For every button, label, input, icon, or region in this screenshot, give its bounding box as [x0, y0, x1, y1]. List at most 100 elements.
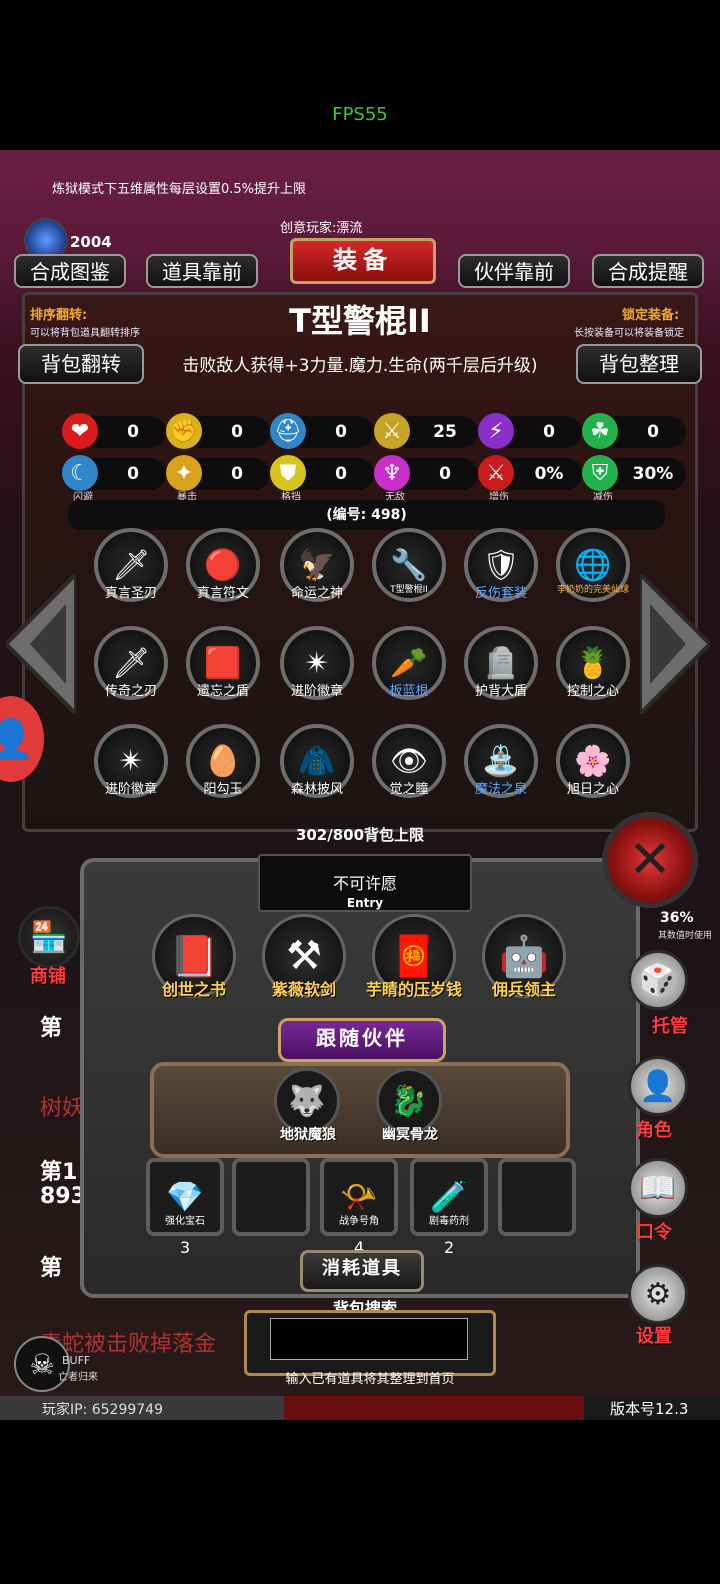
role-label[interactable]: 角色 — [636, 1116, 672, 1142]
stat-value: 0 — [127, 464, 139, 484]
consumable-label: 强化宝石 — [165, 1216, 205, 1227]
settings-label[interactable]: 设置 — [636, 1322, 672, 1348]
organize-bag-button[interactable]: 背包整理 — [576, 344, 702, 384]
stat-value: 25 — [433, 422, 457, 442]
consumable-slot[interactable] — [498, 1158, 576, 1236]
side-hint: 其数值时使用 — [658, 931, 713, 941]
bag-slot-label: 旭日之心 — [566, 782, 619, 797]
prev-page-arrow-icon[interactable] — [6, 574, 76, 714]
bag-slot-label: 命运之神 — [290, 586, 343, 601]
stat-value: 0 — [543, 422, 555, 442]
settings-gear-icon[interactable]: ⚙ — [628, 1264, 688, 1324]
banner-text: 炼狱模式下五维属性每层设置0.5%提升上限 — [52, 182, 307, 197]
stat-value: 30% — [632, 464, 674, 484]
bag-slot-label: 传奇之刃 — [104, 684, 157, 699]
bag-slot-label: 真言圣刃 — [104, 586, 157, 601]
fps-counter: FPS55 — [332, 104, 388, 125]
dice-icon[interactable]: 🎲 — [628, 950, 688, 1010]
bag-slot-label: 阳勾玉 — [203, 782, 243, 797]
bag-slot-label: 真言符文 — [196, 586, 249, 601]
creative-player-label: 创意玩家:漂流 — [280, 221, 363, 236]
stat-value: 0 — [335, 464, 347, 484]
wish-box[interactable]: 不可许愿 Entry — [258, 854, 472, 912]
bag-limit: 302/800背包上限 — [295, 826, 425, 844]
sort-label: 排序翻转: — [30, 308, 88, 323]
equipped-label: 佣兵领主 — [491, 980, 556, 999]
consumable-label: 战争号角 — [339, 1216, 379, 1227]
search-input[interactable] — [270, 1318, 468, 1360]
sort-hint: 可以将背包道具翻转排序 — [30, 328, 140, 339]
bag-slot-label: 森林披风 — [290, 782, 343, 797]
stat-value: 0 — [647, 422, 659, 442]
bag-slot-label: 李奶奶的完美仙球 — [556, 585, 629, 595]
manage-label[interactable]: 托管 — [652, 1012, 688, 1038]
bag-slot-label: 魔法之泉 — [474, 782, 527, 797]
stat-value: 0 — [127, 422, 139, 442]
consumables-title: 消耗道具 — [300, 1250, 424, 1292]
item-description: 击败敌人获得+3力量.魔力.生命(两千层后升级) — [182, 356, 538, 376]
heart-icon: ❤ — [62, 413, 98, 449]
consumable-count: 2 — [444, 1238, 455, 1257]
log-line: 第 — [40, 1016, 63, 1041]
muscle-icon: ✊ — [166, 413, 202, 449]
companion-label: 幽冥骨龙 — [382, 1127, 438, 1143]
stat-value: 0% — [534, 464, 564, 484]
critical-icon: ✦ — [166, 455, 202, 491]
equipped-label: 紫薇软剑 — [271, 980, 336, 999]
log-line: 树妖 — [40, 1096, 85, 1121]
character-icon[interactable]: 👤 — [628, 1056, 688, 1116]
page-title: 装备 — [290, 238, 436, 284]
bag-slot-label: 板蓝根 — [389, 684, 429, 699]
helmet-icon: ⛑ — [270, 413, 306, 449]
lock-label: 锁定装备: — [622, 308, 680, 323]
bag-slot-label: 遗忘之盾 — [196, 684, 249, 699]
tab-items-first[interactable]: 道具靠前 — [146, 254, 258, 288]
damage-boost-icon: ⚔ — [478, 455, 514, 491]
tab-companions-first[interactable]: 伙伴靠前 — [458, 254, 570, 288]
currency-value: 2004 — [70, 233, 112, 251]
bag-slot-label: 反伤套装 — [474, 586, 527, 601]
buff-label: BUFF — [62, 1354, 91, 1367]
code-label[interactable]: 口令 — [636, 1218, 672, 1244]
stat-value: 0 — [231, 422, 243, 442]
dodge-icon: ☾ — [62, 455, 98, 491]
flip-bag-button[interactable]: 背包翻转 — [18, 344, 144, 384]
equipped-label: 创世之书 — [161, 980, 226, 999]
stat-value: 0 — [439, 464, 451, 484]
consumable-slot[interactable] — [232, 1158, 310, 1236]
item-name: T型警棍II — [289, 302, 431, 340]
companion-label: 地狱魔狼 — [280, 1127, 336, 1143]
log-line: 第 — [40, 1256, 63, 1281]
code-book-icon[interactable]: 📖 — [628, 1158, 688, 1218]
bag-slot-label: 护背大盾 — [474, 684, 527, 699]
close-icon[interactable]: ✕ — [602, 812, 698, 908]
bag-slot-label: 觉之瞳 — [389, 782, 429, 797]
next-page-arrow-icon[interactable] — [640, 574, 710, 714]
shop-label[interactable]: 商铺 — [30, 962, 66, 988]
clover-icon: ☘ — [582, 413, 618, 449]
bag-slot-label: 控制之心 — [566, 684, 619, 699]
damage-reduce-icon: ⛨ — [582, 455, 618, 491]
bag-slot-label: 进阶徽章 — [104, 782, 157, 797]
shop-icon[interactable]: 🏪 — [18, 906, 80, 968]
player-ip: 玩家IP: 65299749 — [42, 1402, 163, 1418]
consumable-count: 3 — [180, 1238, 191, 1257]
consumable-label: 剧毒药剂 — [429, 1216, 469, 1227]
tab-synthesis-reminder[interactable]: 合成提醒 — [592, 254, 704, 288]
lock-hint: 长按装备可以将装备锁定 — [574, 328, 684, 339]
version: 版本号12.3 — [610, 1400, 689, 1418]
equipped-label: 芋睛的压岁钱 — [365, 980, 462, 999]
progress-bg — [284, 1396, 584, 1420]
stat-value: 0 — [231, 464, 243, 484]
sword-icon: ⚔ — [374, 413, 410, 449]
block-icon: ⛊ — [270, 455, 306, 491]
side-value: 36% — [660, 910, 694, 926]
log-line: 第1 — [40, 1160, 78, 1185]
tab-synthesis-catalog[interactable]: 合成图鉴 — [14, 254, 126, 288]
wish-sub: Entry — [346, 896, 384, 910]
invincible-icon: ♆ — [374, 455, 410, 491]
buff-sub: 亡者归来 — [58, 1372, 98, 1383]
search-hint: 输入已有道具将其整理到首页 — [285, 1372, 455, 1387]
wish-title: 不可许愿 — [332, 874, 397, 893]
bag-slot-label: 进阶徽章 — [290, 684, 343, 699]
